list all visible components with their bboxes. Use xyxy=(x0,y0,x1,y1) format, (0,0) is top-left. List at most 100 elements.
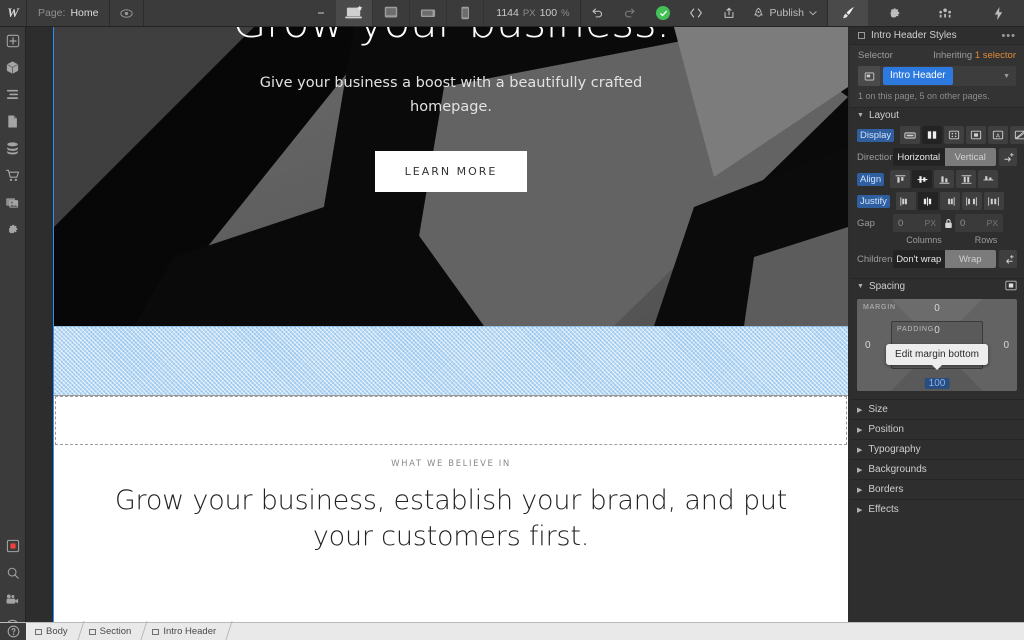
justify-end-button[interactable] xyxy=(939,192,960,210)
lightning-bolt-icon[interactable] xyxy=(972,0,1024,26)
page-name: Home xyxy=(70,7,99,19)
gap-rows-input[interactable]: 0 PX xyxy=(955,214,1003,232)
section-size[interactable]: ▶ Size xyxy=(850,399,1024,419)
sidebar-item-pages[interactable] xyxy=(0,108,26,135)
margin-left-value[interactable]: 0 xyxy=(865,340,871,351)
publish-button[interactable]: Publish xyxy=(746,0,827,26)
settings-gear-icon[interactable] xyxy=(868,0,920,26)
sidebar-item-site-settings[interactable] xyxy=(0,216,26,243)
ellipsis-icon[interactable]: ••• xyxy=(1001,30,1016,42)
saved-check-icon[interactable] xyxy=(647,0,680,26)
spacing-mode-icon[interactable] xyxy=(1005,280,1017,294)
interactions-icon[interactable] xyxy=(920,0,972,26)
canvas-size-readout[interactable]: 1144 PX 100 % xyxy=(484,0,581,26)
align-label[interactable]: Align xyxy=(857,172,885,186)
direction-horizontal-button[interactable]: Horizontal xyxy=(893,148,945,166)
section-effects[interactable]: ▶ Effects xyxy=(850,499,1024,519)
align-stretch-button[interactable] xyxy=(956,170,977,188)
sidebar-item-audit[interactable] xyxy=(0,532,26,559)
undo-icon[interactable] xyxy=(581,0,614,26)
sidebar-item-components[interactable] xyxy=(0,54,26,81)
breakpoint-mobile-portrait[interactable] xyxy=(447,0,485,26)
direction-vertical-button[interactable]: Vertical xyxy=(944,148,996,166)
sidebar-item-navigator[interactable] xyxy=(0,81,26,108)
section-eyebrow[interactable]: WHAT WE BELIEVE IN xyxy=(54,459,848,469)
sidebar-item-video-tutorials[interactable] xyxy=(0,586,26,613)
align-center-button[interactable] xyxy=(912,170,933,188)
chevron-down-icon[interactable]: ▼ xyxy=(1003,73,1010,80)
display-block-button[interactable] xyxy=(900,126,921,144)
justify-center-button[interactable] xyxy=(917,192,938,210)
chevron-right-icon: ▶ xyxy=(857,466,863,474)
page-selector[interactable]: Page: Home xyxy=(27,0,111,26)
reverse-direction-icon[interactable] xyxy=(999,148,1017,166)
inheriting-value: 1 selector xyxy=(974,50,1016,61)
display-inline-button[interactable]: A xyxy=(988,126,1009,144)
breadcrumb: Body Section Intro Header xyxy=(26,623,228,640)
display-grid-button[interactable] xyxy=(944,126,965,144)
display-none-button[interactable] xyxy=(1010,126,1024,144)
chevron-right-icon: ▶ xyxy=(857,406,863,414)
page-body[interactable]: Grow your business. Give your business a… xyxy=(54,27,848,622)
margin-box[interactable]: MARGIN 0 0 0 100 PADDING 0 0 0 Edit marg… xyxy=(857,299,1017,391)
justify-label[interactable]: Justify xyxy=(857,194,890,208)
selector-field[interactable]: Intro Header ▼ xyxy=(858,66,1016,86)
section-borders[interactable]: ▶ Borders xyxy=(850,479,1024,499)
children-wrap-button[interactable]: Wrap xyxy=(944,250,996,268)
preview-eye-icon[interactable] xyxy=(110,0,145,26)
empty-container-placeholder[interactable] xyxy=(55,396,847,445)
padding-top-value[interactable]: 0 xyxy=(934,325,940,336)
lock-icon[interactable] xyxy=(941,218,955,229)
align-baseline-button[interactable] xyxy=(978,170,999,188)
sidebar-item-find[interactable] xyxy=(0,559,26,586)
chevron-right-icon: ▶ xyxy=(857,506,863,514)
section-headline[interactable]: Grow your business, establish your brand… xyxy=(54,483,848,555)
intro-header-section[interactable]: Grow your business. Give your business a… xyxy=(54,27,848,326)
justify-start-button[interactable] xyxy=(895,192,916,210)
vertical-dots-icon[interactable] xyxy=(306,0,336,26)
inheriting-info[interactable]: Inheriting 1 selector xyxy=(933,50,1016,61)
hero-subtitle[interactable]: Give your business a boost with a beauti… xyxy=(251,71,651,119)
gap-rows-label: Rows xyxy=(974,235,998,245)
breakpoint-mobile-landscape[interactable] xyxy=(410,0,448,26)
display-inline-block-button[interactable] xyxy=(966,126,987,144)
sidebar-item-cms[interactable] xyxy=(0,135,26,162)
redo-icon[interactable] xyxy=(614,0,647,26)
sidebar-item-ecommerce[interactable] xyxy=(0,162,26,189)
style-brush-icon[interactable] xyxy=(828,0,868,26)
spacing-widget[interactable]: MARGIN 0 0 0 100 PADDING 0 0 0 Edit marg… xyxy=(850,294,1024,399)
breakpoint-desktop[interactable] xyxy=(336,0,374,26)
section-typography[interactable]: ▶ Typography xyxy=(850,439,1024,459)
selector-tag[interactable]: Intro Header xyxy=(883,67,953,85)
section-position[interactable]: ▶ Position xyxy=(850,419,1024,439)
spacing-section-header[interactable]: ▼ Spacing xyxy=(850,278,1024,294)
layout-section-header[interactable]: ▼ Layout xyxy=(850,107,1024,123)
canvas-area[interactable]: Grow your business. Give your business a… xyxy=(26,27,850,622)
help-button[interactable] xyxy=(0,623,26,640)
webflow-logo[interactable]: W xyxy=(0,0,27,26)
breadcrumb-item-section[interactable]: Section xyxy=(80,623,144,640)
align-start-button[interactable] xyxy=(890,170,911,188)
breadcrumb-item-intro-header[interactable]: Intro Header xyxy=(143,623,228,640)
learn-more-button[interactable]: LEARN MORE xyxy=(374,151,528,192)
margin-bottom-highlight xyxy=(54,326,848,396)
display-label[interactable]: Display xyxy=(857,128,895,142)
export-icon[interactable] xyxy=(713,0,746,26)
gap-columns-input[interactable]: 0 PX xyxy=(893,214,941,232)
sidebar-item-assets[interactable] xyxy=(0,189,26,216)
children-dont-wrap-button[interactable]: Don't wrap xyxy=(893,250,945,268)
align-end-button[interactable] xyxy=(934,170,955,188)
display-flex-button[interactable] xyxy=(922,126,943,144)
margin-top-value[interactable]: 0 xyxy=(934,303,940,314)
justify-space-between-button[interactable] xyxy=(961,192,982,210)
wrap-reverse-icon[interactable] xyxy=(999,250,1017,268)
justify-space-around-button[interactable] xyxy=(983,192,1004,210)
breadcrumb-item-body[interactable]: Body xyxy=(26,623,80,640)
sidebar-item-add-elements[interactable] xyxy=(0,27,26,54)
code-brackets-icon[interactable] xyxy=(680,0,713,26)
margin-right-value[interactable]: 0 xyxy=(1003,340,1009,351)
section-backgrounds[interactable]: ▶ Backgrounds xyxy=(850,459,1024,479)
hero-headline[interactable]: Grow your business. xyxy=(232,27,670,49)
margin-bottom-value[interactable]: 100 xyxy=(924,378,950,389)
breakpoint-tablet[interactable] xyxy=(373,0,411,26)
